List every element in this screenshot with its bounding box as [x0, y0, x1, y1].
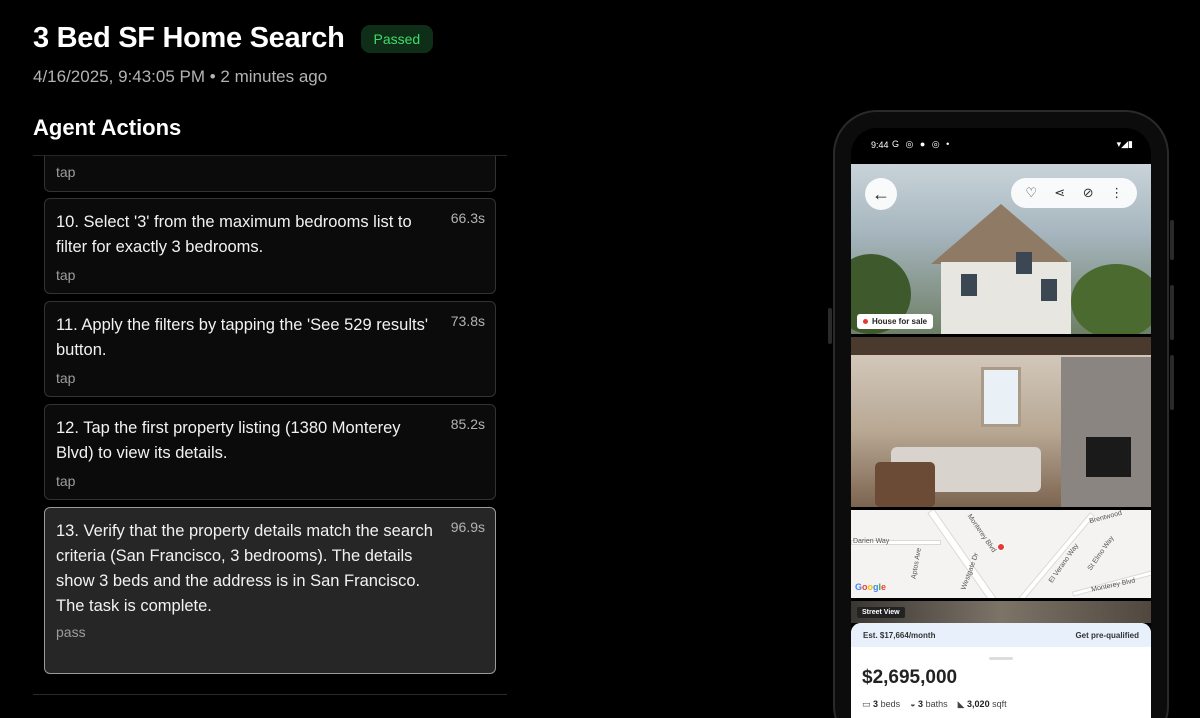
baths-label: baths: [925, 699, 948, 709]
heart-icon[interactable]: ♡: [1022, 185, 1040, 201]
status-bar: 9:44 G ◎ ● ◎ • ▾◢▮: [851, 128, 1151, 164]
house-window: [1041, 279, 1057, 301]
baths-count: 3: [918, 699, 924, 709]
action-type: tap: [56, 473, 76, 489]
action-item-10[interactable]: 10. Select '3' from the maximum bedrooms…: [44, 198, 496, 294]
map-label: Brentwood: [1088, 510, 1123, 526]
map-label: Aptos Ave: [910, 547, 923, 580]
more-vertical-icon[interactable]: ⋮: [1108, 185, 1126, 201]
prequalify-bar: Est. $17,664/month Get pre-qualified: [851, 623, 1151, 647]
sqft-label: sqft: [992, 699, 1007, 709]
fireplace-opening: [1086, 437, 1131, 477]
house-tag-label: House for sale: [872, 317, 928, 326]
ceiling-beam: [851, 337, 1151, 355]
area-icon: ◣: [957, 699, 965, 709]
agent-actions-list[interactable]: tap 10. Select '3' from the maximum bedr…: [33, 155, 507, 675]
armchair: [875, 462, 935, 507]
house-roof: [931, 204, 1071, 264]
house-window: [961, 274, 977, 296]
sqft-fact: ◣ 3,020 sqft: [958, 699, 1007, 710]
location-map[interactable]: Monterey Blvd Darien Way Aptos Ave Westg…: [851, 510, 1151, 598]
run-timestamp: 4/16/2025, 9:43:05 PM • 2 minutes ago: [33, 67, 328, 86]
bath-icon: ◒: [910, 699, 916, 709]
google-logo: Google: [855, 582, 887, 592]
bed-icon: ▭: [862, 699, 871, 709]
phone-side-button: [1170, 355, 1174, 410]
street-view-photo[interactable]: Street View: [851, 601, 1151, 623]
house-for-sale-tag: House for sale: [857, 314, 934, 329]
notification-icons: G ◎ ● ◎ •: [892, 139, 952, 149]
action-time: 85.2s: [450, 416, 485, 432]
action-description: 11. Apply the filters by tapping the 'Se…: [56, 316, 428, 359]
listing-price: $2,695,000: [862, 667, 958, 688]
interior-photo[interactable]: [851, 337, 1151, 507]
hide-icon[interactable]: ⊘: [1079, 185, 1097, 201]
estimated-payment: Est. $17,664/month: [863, 631, 936, 640]
sqft-count: 3,020: [967, 699, 990, 709]
phone-power-button: [1170, 285, 1174, 340]
action-time: 96.9s: [450, 519, 485, 535]
sheet-drag-handle[interactable]: [989, 657, 1013, 660]
action-type: tap: [56, 370, 76, 386]
get-prequalified-link[interactable]: Get pre-qualified: [1075, 631, 1139, 640]
action-time: 73.8s: [450, 313, 485, 329]
house-window: [1016, 252, 1032, 274]
action-type: pass: [56, 624, 86, 640]
action-description: 10. Select '3' from the maximum bedrooms…: [56, 213, 412, 256]
tree: [1071, 264, 1151, 334]
status-badge: Passed: [360, 24, 434, 53]
divider: [33, 694, 507, 695]
beds-count: 3: [873, 699, 879, 709]
listing-actions: ♡ ⋖ ⊘ ⋮: [1011, 178, 1137, 208]
signal-battery-icons: ▾◢▮: [1116, 139, 1133, 149]
map-label: Darien Way: [853, 538, 890, 545]
beds-fact: ▭ 3 beds: [862, 699, 900, 710]
phone-left-button: [828, 308, 832, 344]
phone-screen: 9:44 G ◎ ● ◎ • ▾◢▮ ← ♡ ⋖ ⊘ ⋮ House for s…: [851, 128, 1151, 718]
action-item-12[interactable]: 12. Tap the first property listing (1380…: [44, 404, 496, 500]
share-icon[interactable]: ⋖: [1051, 185, 1069, 201]
street-view-tag: Street View: [857, 607, 905, 618]
back-arrow-icon[interactable]: ←: [865, 178, 897, 210]
action-time: 66.3s: [450, 210, 485, 226]
action-item-11[interactable]: 11. Apply the filters by tapping the 'Se…: [44, 301, 496, 397]
action-item-9[interactable]: tap: [44, 156, 496, 192]
action-description: 12. Tap the first property listing (1380…: [56, 419, 401, 462]
action-description: 13. Verify that the property details mat…: [56, 522, 433, 615]
stone-fireplace: [1061, 357, 1151, 507]
header: 3 Bed SF Home Search Passed: [33, 22, 434, 55]
map-label: St Elmo Way: [1086, 535, 1116, 572]
baths-fact: ◒ 3 baths: [910, 699, 948, 710]
page-title: 3 Bed SF Home Search: [33, 22, 345, 54]
phone-volume-button: [1170, 220, 1174, 260]
location-pin-icon: [997, 543, 1005, 551]
action-type: tap: [56, 267, 76, 283]
action-type: tap: [56, 164, 76, 180]
exterior-photo[interactable]: ← ♡ ⋖ ⊘ ⋮ House for sale: [851, 164, 1151, 334]
listing-summary-sheet: Est. $17,664/month Get pre-qualified $2,…: [851, 623, 1151, 718]
map-road: [1013, 512, 1095, 598]
map-label: Monterey Blvd: [965, 513, 998, 554]
beds-label: beds: [880, 699, 901, 709]
listing-facts: ▭ 3 beds ◒ 3 baths ◣ 3,020 sqft: [862, 699, 1007, 710]
action-item-13[interactable]: 13. Verify that the property details mat…: [44, 507, 496, 674]
red-dot-icon: [863, 319, 868, 325]
status-time: 9:44: [871, 140, 889, 150]
agent-actions-title: Agent Actions: [33, 115, 182, 140]
living-room-window: [981, 367, 1021, 427]
